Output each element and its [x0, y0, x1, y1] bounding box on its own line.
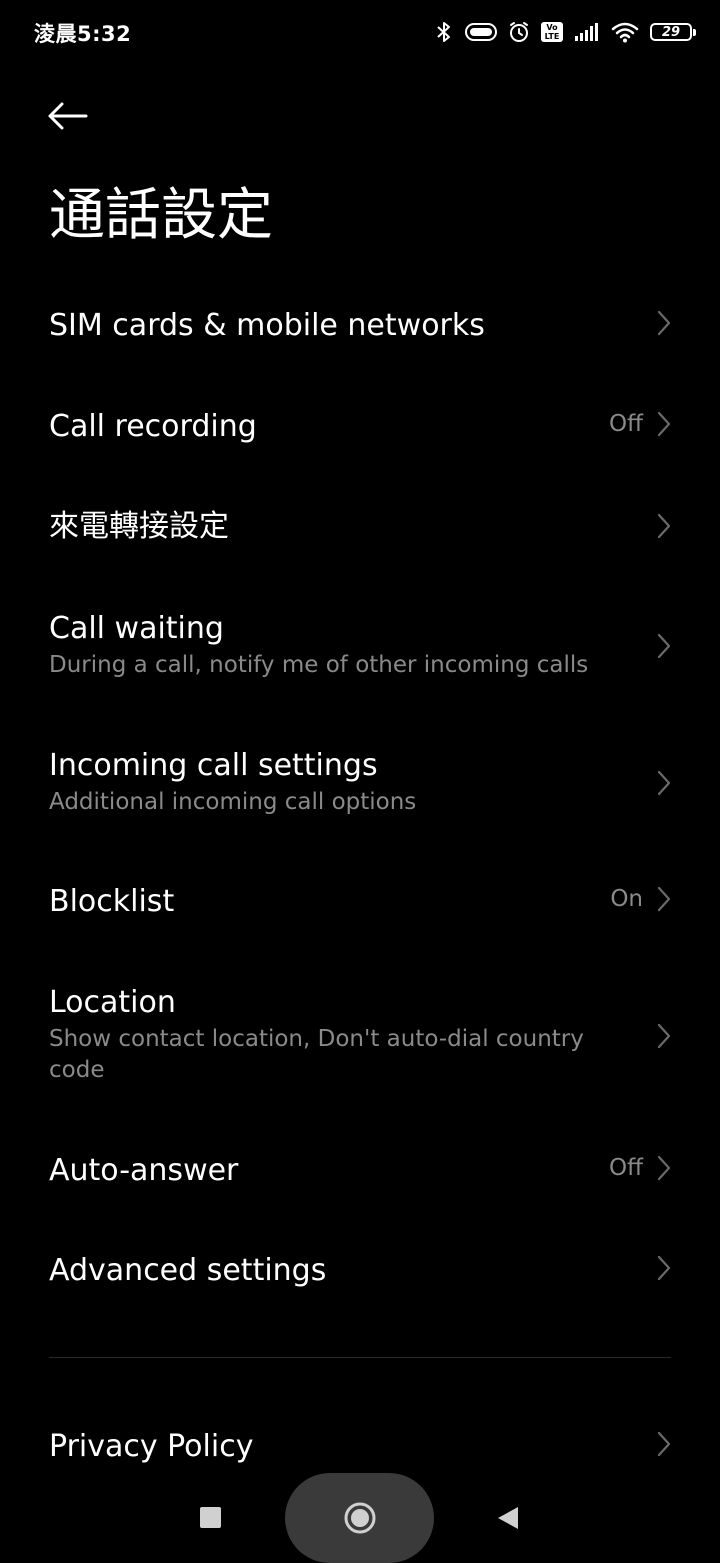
battery-icon: 29	[650, 23, 696, 41]
back-button[interactable]	[46, 92, 106, 144]
navigation-bar	[0, 1470, 720, 1563]
chevron-right-icon	[657, 1430, 671, 1458]
page-title: 通話設定	[49, 183, 273, 248]
setting-subtitle: Additional incoming call options	[49, 789, 417, 815]
triangle-back-icon[interactable]	[496, 1505, 520, 1531]
setting-title: Privacy Policy	[49, 1429, 254, 1464]
toggle-pill-icon	[465, 23, 497, 41]
setting-call-waiting[interactable]: Call waiting During a call, notify me of…	[49, 610, 671, 690]
chevron-right-icon	[657, 885, 671, 913]
setting-value: Off	[609, 1155, 643, 1181]
status-bar: 淩晨5:32 Vo LTE 29	[0, 0, 720, 64]
chevron-right-icon	[657, 410, 671, 438]
setting-right	[657, 1254, 671, 1282]
setting-title: Location	[49, 985, 176, 1020]
chevron-right-icon	[657, 1154, 671, 1182]
volte-icon: Vo LTE	[541, 22, 563, 42]
setting-right	[657, 309, 671, 337]
setting-sim-cards[interactable]: SIM cards & mobile networks	[49, 307, 671, 347]
setting-right	[657, 769, 671, 797]
setting-subtitle: During a call, notify me of other incomi…	[49, 652, 589, 678]
setting-title: Call waiting	[49, 611, 224, 646]
setting-right: Off	[609, 1154, 671, 1182]
bluetooth-icon	[434, 20, 454, 44]
setting-right	[657, 1430, 671, 1458]
setting-right	[657, 512, 671, 540]
chevron-right-icon	[657, 309, 671, 337]
setting-blocklist[interactable]: Blocklist On	[49, 883, 671, 923]
setting-title: 來電轉接設定	[49, 509, 229, 544]
wifi-icon	[611, 21, 639, 43]
setting-right	[657, 1022, 671, 1050]
square-recents-icon[interactable]	[200, 1507, 221, 1528]
setting-auto-answer[interactable]: Auto-answer Off	[49, 1152, 671, 1192]
chevron-right-icon	[657, 632, 671, 660]
setting-right	[657, 632, 671, 660]
setting-subtitle: Show contact location, Don't auto-dial c…	[49, 1026, 584, 1083]
setting-incoming-call[interactable]: Incoming call settings Additional incomi…	[49, 747, 671, 827]
setting-call-recording[interactable]: Call recording Off	[49, 408, 671, 448]
setting-title: Incoming call settings	[49, 748, 378, 783]
chevron-right-icon	[657, 769, 671, 797]
setting-title: SIM cards & mobile networks	[49, 308, 485, 343]
setting-right: Off	[609, 410, 671, 438]
setting-call-forwarding[interactable]: 來電轉接設定	[49, 508, 671, 548]
volte-bottom-label: LTE	[544, 32, 560, 41]
chevron-right-icon	[657, 512, 671, 540]
battery-level: 29	[661, 24, 681, 40]
setting-privacy-policy[interactable]: Privacy Policy	[49, 1428, 671, 1468]
setting-value: On	[610, 886, 643, 912]
setting-location[interactable]: Location Show contact location, Don't au…	[49, 984, 671, 1094]
setting-value: Off	[609, 411, 643, 437]
signal-icon	[574, 22, 600, 42]
setting-title: Advanced settings	[49, 1253, 327, 1288]
setting-title: Call recording	[49, 409, 257, 444]
setting-title: Auto-answer	[49, 1153, 239, 1188]
section-divider	[49, 1357, 671, 1358]
arrow-left-icon	[46, 101, 88, 135]
setting-right: On	[610, 885, 671, 913]
circle-home-icon[interactable]	[343, 1501, 377, 1535]
alarm-icon	[508, 21, 530, 43]
chevron-right-icon	[657, 1022, 671, 1050]
volte-top-label: Vo	[546, 23, 558, 32]
setting-title: Blocklist	[49, 884, 175, 919]
status-icons: Vo LTE 29	[434, 16, 696, 48]
chevron-right-icon	[657, 1254, 671, 1282]
status-time: 淩晨5:32	[34, 22, 132, 46]
setting-advanced[interactable]: Advanced settings	[49, 1252, 671, 1292]
